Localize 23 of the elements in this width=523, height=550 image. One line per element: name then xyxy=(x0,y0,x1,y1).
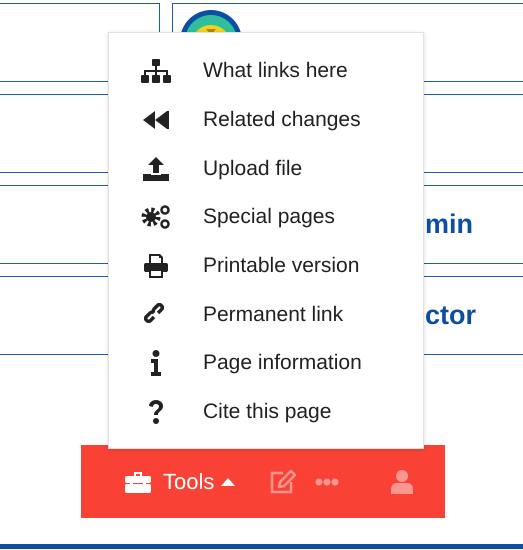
menu-item[interactable]: Page information xyxy=(109,339,423,388)
user-icon xyxy=(391,470,414,494)
gears-icon xyxy=(141,205,171,230)
question-icon xyxy=(148,400,164,424)
menu-item[interactable]: Printable version xyxy=(109,242,423,290)
more-icon xyxy=(315,478,340,486)
menu-item[interactable]: Special pages xyxy=(109,193,423,242)
menu-item[interactable]: What links here xyxy=(109,47,423,96)
printer-icon xyxy=(144,254,168,278)
menu-item[interactable]: Related changes xyxy=(109,96,423,144)
menu-item[interactable]: Cite this page xyxy=(109,388,423,436)
rewind-icon xyxy=(143,111,169,130)
info-icon xyxy=(150,350,162,376)
caret-icon xyxy=(221,478,236,486)
sitemap-icon xyxy=(141,59,171,84)
heading-text: ctor xyxy=(425,300,476,331)
upload-icon xyxy=(143,156,169,181)
heading-text: min xyxy=(425,209,474,240)
menu-item[interactable]: Permanent link xyxy=(109,290,423,340)
edit-icon xyxy=(269,468,298,494)
toolbox-icon xyxy=(125,470,151,492)
menu-item[interactable]: Upload file xyxy=(109,144,423,194)
tools-button[interactable]: Tools xyxy=(121,462,240,500)
